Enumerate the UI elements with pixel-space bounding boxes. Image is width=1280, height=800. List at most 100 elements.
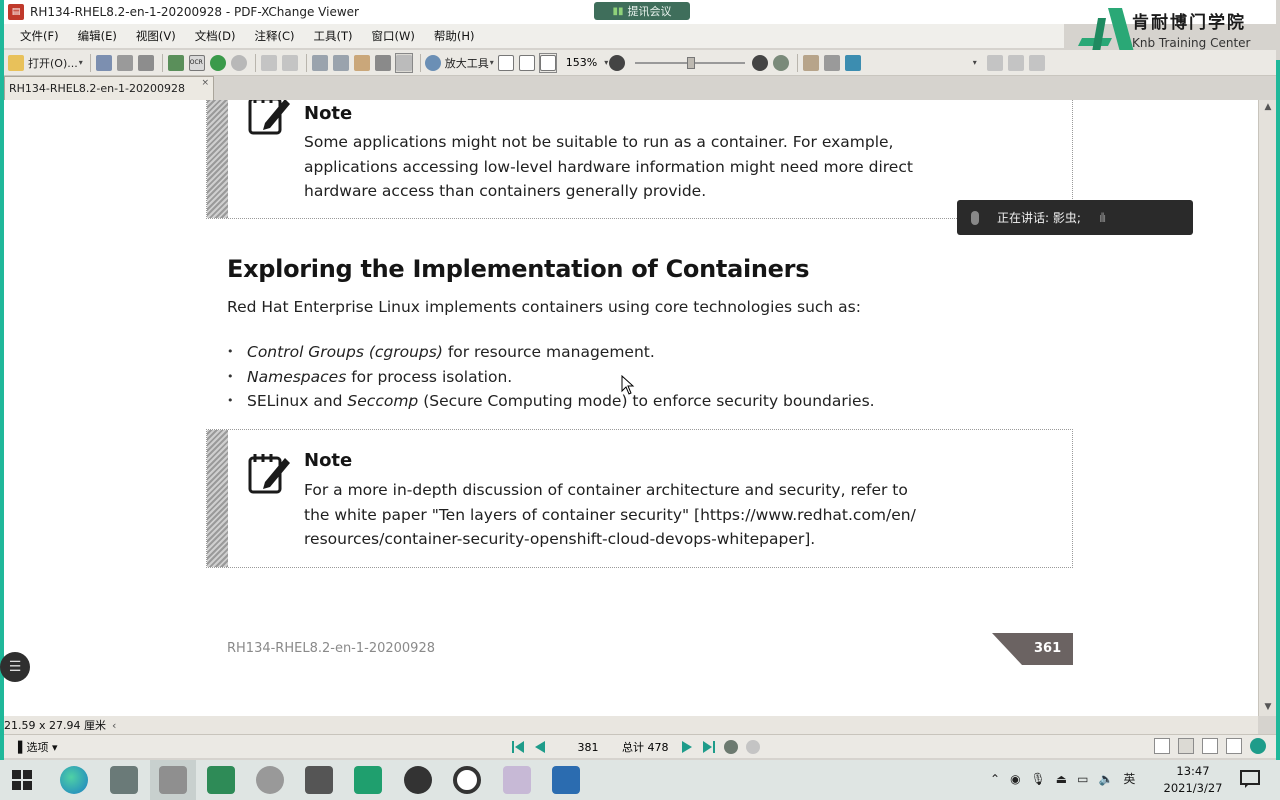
magnifier-icon (424, 54, 441, 71)
redo-button[interactable] (281, 53, 299, 73)
forward-button[interactable] (230, 53, 248, 73)
scan-button[interactable] (167, 53, 185, 73)
section-heading: Exploring the Implementation of Containe… (227, 255, 810, 283)
zoom-in-button[interactable] (751, 53, 769, 73)
document-tab-label: RH134-RHEL8.2-en-1-20200928 (9, 82, 185, 95)
zoom-level-field[interactable]: 153% (560, 53, 603, 73)
zoom-slider-knob[interactable] (687, 56, 696, 69)
attachment-tool-button[interactable] (1007, 53, 1025, 73)
globe-icon (773, 54, 790, 71)
save-button[interactable] (95, 53, 113, 73)
print-icon (116, 54, 133, 71)
list-item-text: (Secure Computing mode) to enforce secur… (418, 392, 875, 410)
vertical-scrollbar[interactable]: ▲ ▼ (1258, 100, 1276, 716)
menu-comments[interactable]: 注释(C) (255, 28, 295, 44)
open-button[interactable]: 打开(O)... ▾ (8, 53, 83, 73)
last-page-icon[interactable] (701, 739, 717, 755)
bookmark-tool-button[interactable] (986, 53, 1004, 73)
ocr-button[interactable]: OCR (188, 53, 206, 73)
continuous-view-icon[interactable] (1178, 738, 1194, 754)
rotate-right-button[interactable] (332, 53, 350, 73)
list-item: • Control Groups (cgroups) for resource m… (227, 340, 875, 365)
tray-chevron-up-icon[interactable]: ⌃ (990, 772, 1000, 786)
ocr-icon: OCR (188, 54, 205, 71)
menu-file[interactable]: 文件(F) (20, 28, 59, 44)
select-tool-button[interactable] (394, 52, 413, 73)
bullet-dot: • (227, 369, 234, 383)
scroll-left-icon[interactable]: ‹ (112, 719, 116, 732)
fit-width-button[interactable] (538, 52, 557, 73)
ime-indicator[interactable]: 英 (1123, 770, 1135, 787)
menu-document[interactable]: 文档(D) (195, 28, 236, 44)
dark-app-icon[interactable] (305, 766, 333, 794)
penguin-app-icon[interactable] (404, 766, 432, 794)
tray-mic-icon[interactable]: 🎙 (1031, 772, 1046, 786)
windows-start-icon[interactable] (12, 770, 32, 790)
save-icon (95, 54, 112, 71)
continuous-facing-view-icon[interactable] (1226, 738, 1242, 754)
snail-app-icon[interactable] (256, 766, 284, 794)
comment-tool-button[interactable] (802, 53, 820, 73)
options-button[interactable]: ▌选项 ▾ (18, 739, 58, 755)
microphone-icon (971, 210, 979, 225)
bookmark-icon (987, 54, 1004, 71)
hand-tool-button[interactable] (353, 53, 371, 73)
toolbar-overflow-button[interactable]: ▾ (965, 53, 983, 73)
edge-browser-icon[interactable] (60, 766, 88, 794)
next-page-icon[interactable] (679, 739, 695, 755)
history-forward-icon[interactable] (745, 739, 761, 755)
remote-desktop-icon[interactable] (207, 766, 235, 794)
list-item: • SELinux and Seccomp (Secure Computing m… (227, 389, 875, 414)
document-viewport[interactable]: Note Some applications might not be suit… (4, 100, 1258, 716)
close-icon[interactable]: × (201, 78, 209, 88)
back-button[interactable] (209, 53, 227, 73)
previous-page-icon[interactable] (532, 739, 548, 755)
note-line: For a more in-depth discussion of contai… (304, 481, 908, 499)
snapshot-button[interactable] (374, 53, 392, 73)
properties-button[interactable] (1028, 53, 1046, 73)
zoom-slider[interactable] (635, 56, 746, 69)
record-app-icon[interactable] (453, 766, 481, 794)
document-tab[interactable]: RH134-RHEL8.2-en-1-20200928 × (4, 76, 214, 100)
first-page-icon[interactable] (510, 739, 526, 755)
actual-size-icon (497, 54, 514, 71)
notification-center-icon[interactable] (1240, 770, 1260, 788)
menu-tools[interactable]: 工具(T) (314, 28, 353, 44)
link-tool-button[interactable] (844, 53, 862, 73)
undo-button[interactable] (260, 53, 278, 73)
menu-window[interactable]: 窗口(W) (372, 28, 415, 44)
history-back-icon[interactable] (723, 739, 739, 755)
tray-network-icon[interactable]: ▭ (1077, 772, 1088, 786)
navigate-button[interactable] (772, 53, 790, 73)
rotate-left-button[interactable] (311, 53, 329, 73)
meeting-tool-icon[interactable] (1250, 738, 1266, 754)
menu-help[interactable]: 帮助(H) (434, 28, 475, 44)
facing-view-icon[interactable] (1202, 738, 1218, 754)
tray-usb-icon[interactable]: ⏏ (1056, 772, 1067, 786)
green-app-icon[interactable] (354, 766, 382, 794)
file-explorer-icon[interactable] (110, 766, 138, 794)
current-page-field[interactable]: 381 (564, 741, 612, 754)
system-clock[interactable]: 13:47 2021/3/27 (1150, 763, 1236, 797)
scroll-up-icon[interactable]: ▲ (1262, 102, 1274, 114)
stamp-tool-button[interactable] (823, 53, 841, 73)
meeting-menu-handle[interactable]: ☰ (0, 652, 30, 682)
tray-record-icon[interactable]: ◉ (1010, 772, 1020, 786)
menu-edit[interactable]: 编辑(E) (78, 28, 117, 44)
word-app-icon[interactable] (552, 766, 580, 794)
tray-volume-icon[interactable]: 🔈 (1098, 772, 1113, 786)
intro-paragraph: Red Hat Enterprise Linux implements cont… (227, 298, 861, 316)
fit-page-button[interactable] (518, 53, 536, 73)
zoom-tool-button[interactable]: 放大工具 ▾ (424, 53, 494, 73)
scroll-down-icon[interactable]: ▼ (1262, 702, 1274, 714)
email-button[interactable] (137, 53, 155, 73)
pdf-viewer-taskbar-icon[interactable] (159, 766, 187, 794)
print-button[interactable] (116, 53, 134, 73)
menu-view[interactable]: 视图(V) (136, 28, 176, 44)
paint-app-icon[interactable] (503, 766, 531, 794)
zoom-out-button[interactable] (608, 53, 626, 73)
meeting-status-badge[interactable]: ▮▮ 提讯会议 (594, 2, 690, 20)
single-page-view-icon[interactable] (1154, 738, 1170, 754)
actual-size-button[interactable] (497, 53, 515, 73)
speaking-indicator-text: 正在讲话: 影虫; (997, 211, 1081, 225)
